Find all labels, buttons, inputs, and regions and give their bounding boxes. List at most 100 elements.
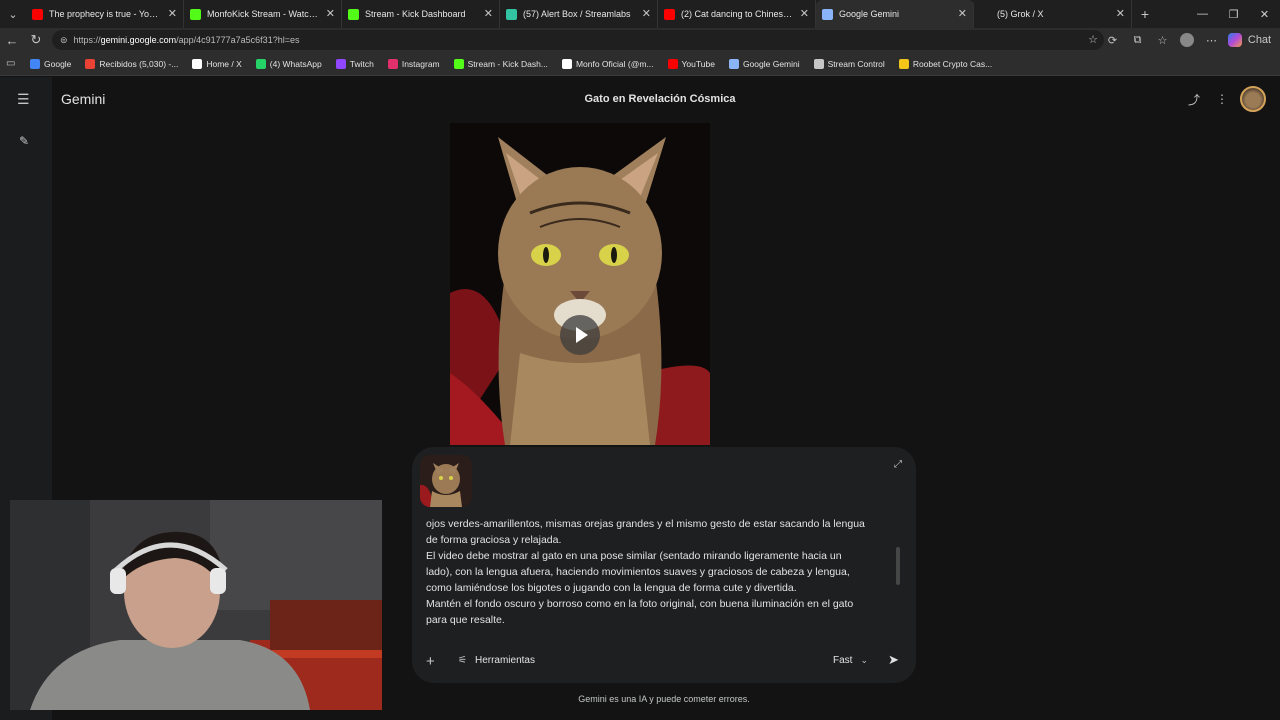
site-info-icon[interactable]: ⊜ bbox=[60, 35, 68, 46]
add-attachment-icon[interactable]: + bbox=[426, 653, 435, 670]
prompt-line: como lamiéndose los bigotes o jugando co… bbox=[426, 582, 797, 594]
close-tab-icon[interactable]: ✕ bbox=[958, 7, 967, 20]
attached-image-thumbnail[interactable] bbox=[420, 455, 472, 507]
bookmark-label: Google bbox=[44, 58, 72, 69]
webcam-overlay bbox=[10, 500, 382, 710]
address-bar-row: ← ↻ ⊜ https://gemini.google.com/app/4c91… bbox=[0, 28, 1280, 52]
kick-icon bbox=[453, 58, 464, 69]
tab-title: (5) Grok / X bbox=[997, 9, 1044, 19]
bookmark-label: Twitch bbox=[349, 58, 374, 69]
kick-icon bbox=[190, 8, 201, 20]
copilot-icon bbox=[1228, 33, 1242, 47]
sidebar-toggle-icon[interactable]: ▭ bbox=[6, 58, 30, 69]
browser-tab[interactable]: Google Gemini ✕ bbox=[816, 0, 974, 28]
prompt-line: lado), con la lengua afuera, haciendo mo… bbox=[426, 566, 850, 578]
cat-video-preview[interactable] bbox=[450, 123, 710, 445]
bookmark-item[interactable]: Stream - Kick Dash... bbox=[453, 58, 548, 69]
bookmark-item[interactable]: (4) WhatsApp bbox=[255, 58, 322, 69]
close-tab-icon[interactable]: ✕ bbox=[484, 7, 493, 20]
bookmark-item[interactable]: Twitch bbox=[335, 58, 374, 69]
send-icon[interactable]: ➤ bbox=[888, 652, 899, 668]
prompt-line: para que resalte. bbox=[426, 614, 505, 626]
globe-icon bbox=[813, 58, 824, 69]
browser-tab[interactable]: The prophecy is true - YouTube ✕ bbox=[26, 0, 184, 28]
disclaimer: Gemini es una IA y puede cometer errores… bbox=[578, 694, 750, 704]
chevron-down-icon: ⌄ bbox=[860, 655, 868, 665]
bookmark-item[interactable]: Instagram bbox=[387, 58, 440, 69]
extensions-icon[interactable]: ⧉ bbox=[1125, 34, 1150, 47]
bookmark-label: Home / X bbox=[206, 58, 242, 69]
bookmark-item[interactable]: YouTube bbox=[667, 58, 715, 69]
tab-title: The prophecy is true - YouTube bbox=[49, 9, 161, 19]
reload-icon[interactable]: ↻ bbox=[24, 32, 48, 48]
close-tab-icon[interactable]: ✕ bbox=[800, 7, 809, 20]
twitch-icon bbox=[335, 58, 346, 69]
tools-button[interactable]: ⚟ Herramientas bbox=[458, 655, 535, 666]
browser-tab[interactable]: (5) Grok / X ✕ bbox=[974, 0, 1132, 28]
more-menu-icon[interactable]: ⋯ bbox=[1199, 34, 1224, 47]
browser-tab[interactable]: (2) Cat dancing to Chinese song ✕ bbox=[658, 0, 816, 28]
close-tab-icon[interactable]: ✕ bbox=[1116, 7, 1125, 20]
tab-search-chevron-icon[interactable]: ⌄ bbox=[0, 0, 26, 28]
youtube-icon bbox=[664, 8, 675, 20]
model-mode-selector[interactable]: Fast ⌄ bbox=[833, 655, 868, 666]
bookmark-item[interactable]: Recibidos (5,030) -... bbox=[85, 58, 178, 69]
browser-tab[interactable]: (57) Alert Box / Streamlabs ✕ bbox=[500, 0, 658, 28]
close-window-icon[interactable]: ✕ bbox=[1249, 0, 1280, 28]
close-tab-icon[interactable]: ✕ bbox=[168, 7, 177, 20]
chat-label: Chat bbox=[1247, 34, 1272, 46]
favorites-icon[interactable]: ☆ bbox=[1150, 34, 1175, 47]
bookmark-label: Instagram bbox=[401, 58, 440, 69]
bookmark-label: Monfo Oficial (@m... bbox=[575, 58, 654, 69]
close-tab-icon[interactable]: ✕ bbox=[326, 7, 335, 20]
prompt-textarea[interactable]: ojos verdes-amarillentos, mismas orejas … bbox=[426, 516, 896, 628]
bookmark-label: (4) WhatsApp bbox=[269, 58, 322, 69]
user-avatar[interactable] bbox=[1240, 86, 1266, 112]
extension-refresh-icon[interactable]: ⟳ bbox=[1100, 34, 1125, 47]
tab-title: (2) Cat dancing to Chinese song bbox=[681, 9, 793, 19]
back-icon[interactable]: ← bbox=[0, 33, 24, 48]
x-icon bbox=[980, 9, 991, 20]
bookmark-item[interactable]: Roobet Crypto Cas... bbox=[898, 58, 992, 69]
tab-title: Stream - Kick Dashboard bbox=[365, 9, 466, 19]
google-icon bbox=[30, 58, 40, 69]
browser-tab[interactable]: Stream - Kick Dashboard ✕ bbox=[342, 0, 500, 28]
conversation-title: Gato en Revelación Cósmica bbox=[584, 93, 736, 105]
url-input[interactable]: ⊜ https://gemini.google.com/app/4c91777a… bbox=[52, 30, 1104, 50]
profile-avatar[interactable] bbox=[1180, 33, 1194, 47]
minimize-icon[interactable]: — bbox=[1187, 0, 1218, 28]
header-actions: ⤴ ⋮ bbox=[1180, 86, 1266, 112]
expand-icon[interactable]: ⤢ bbox=[894, 459, 902, 470]
bookmark-item[interactable]: Monfo Oficial (@m... bbox=[561, 58, 654, 69]
main-menu-icon[interactable]: ☰ bbox=[17, 91, 30, 108]
bookmark-item[interactable]: Google bbox=[30, 58, 72, 69]
new-chat-icon[interactable]: ✎ bbox=[19, 134, 29, 148]
thumbnail-cat-image bbox=[420, 455, 472, 507]
kick-icon bbox=[348, 8, 359, 20]
bookmark-star-icon[interactable]: ☆ bbox=[1088, 33, 1098, 46]
url-path: /app/4c91777a7a5c6f31?hl=es bbox=[176, 35, 300, 45]
more-options-icon[interactable]: ⋮ bbox=[1208, 92, 1236, 106]
tab-bar: ⌄ The prophecy is true - YouTube✕MonfoKi… bbox=[0, 0, 1280, 28]
tab-title: Google Gemini bbox=[839, 9, 900, 19]
prompt-scrollbar[interactable] bbox=[896, 547, 900, 585]
new-tab-button[interactable]: + bbox=[1132, 6, 1158, 22]
bookmark-item[interactable]: Stream Control bbox=[813, 58, 885, 69]
prompt-line: ojos verdes-amarillentos, mismas orejas … bbox=[426, 518, 865, 530]
bookmark-item[interactable]: Home / X bbox=[192, 58, 242, 69]
browser-tab[interactable]: MonfoKick Stream - Watch Li ✕ bbox=[184, 0, 342, 28]
restore-icon[interactable]: ❐ bbox=[1218, 0, 1249, 28]
copilot-chat-button[interactable]: Chat bbox=[1224, 33, 1280, 47]
close-tab-icon[interactable]: ✕ bbox=[642, 7, 651, 20]
youtube-icon bbox=[667, 58, 678, 69]
bookmarks-bar: ▭ Google Recibidos (5,030) -... Home / X (4… bbox=[0, 52, 1280, 76]
play-button[interactable] bbox=[560, 315, 600, 355]
prompt-line: Mantén el fondo oscuro y borroso como en… bbox=[426, 598, 854, 610]
url-prefix: https:// bbox=[73, 35, 101, 45]
bookmark-item[interactable]: Google Gemini bbox=[728, 58, 800, 69]
gmail-icon bbox=[85, 58, 96, 69]
url-host: gemini.google.com bbox=[100, 35, 177, 45]
bookmark-label: Stream Control bbox=[827, 58, 885, 69]
tab-title: (57) Alert Box / Streamlabs bbox=[523, 9, 631, 19]
share-icon[interactable]: ⤴ bbox=[1180, 91, 1208, 108]
